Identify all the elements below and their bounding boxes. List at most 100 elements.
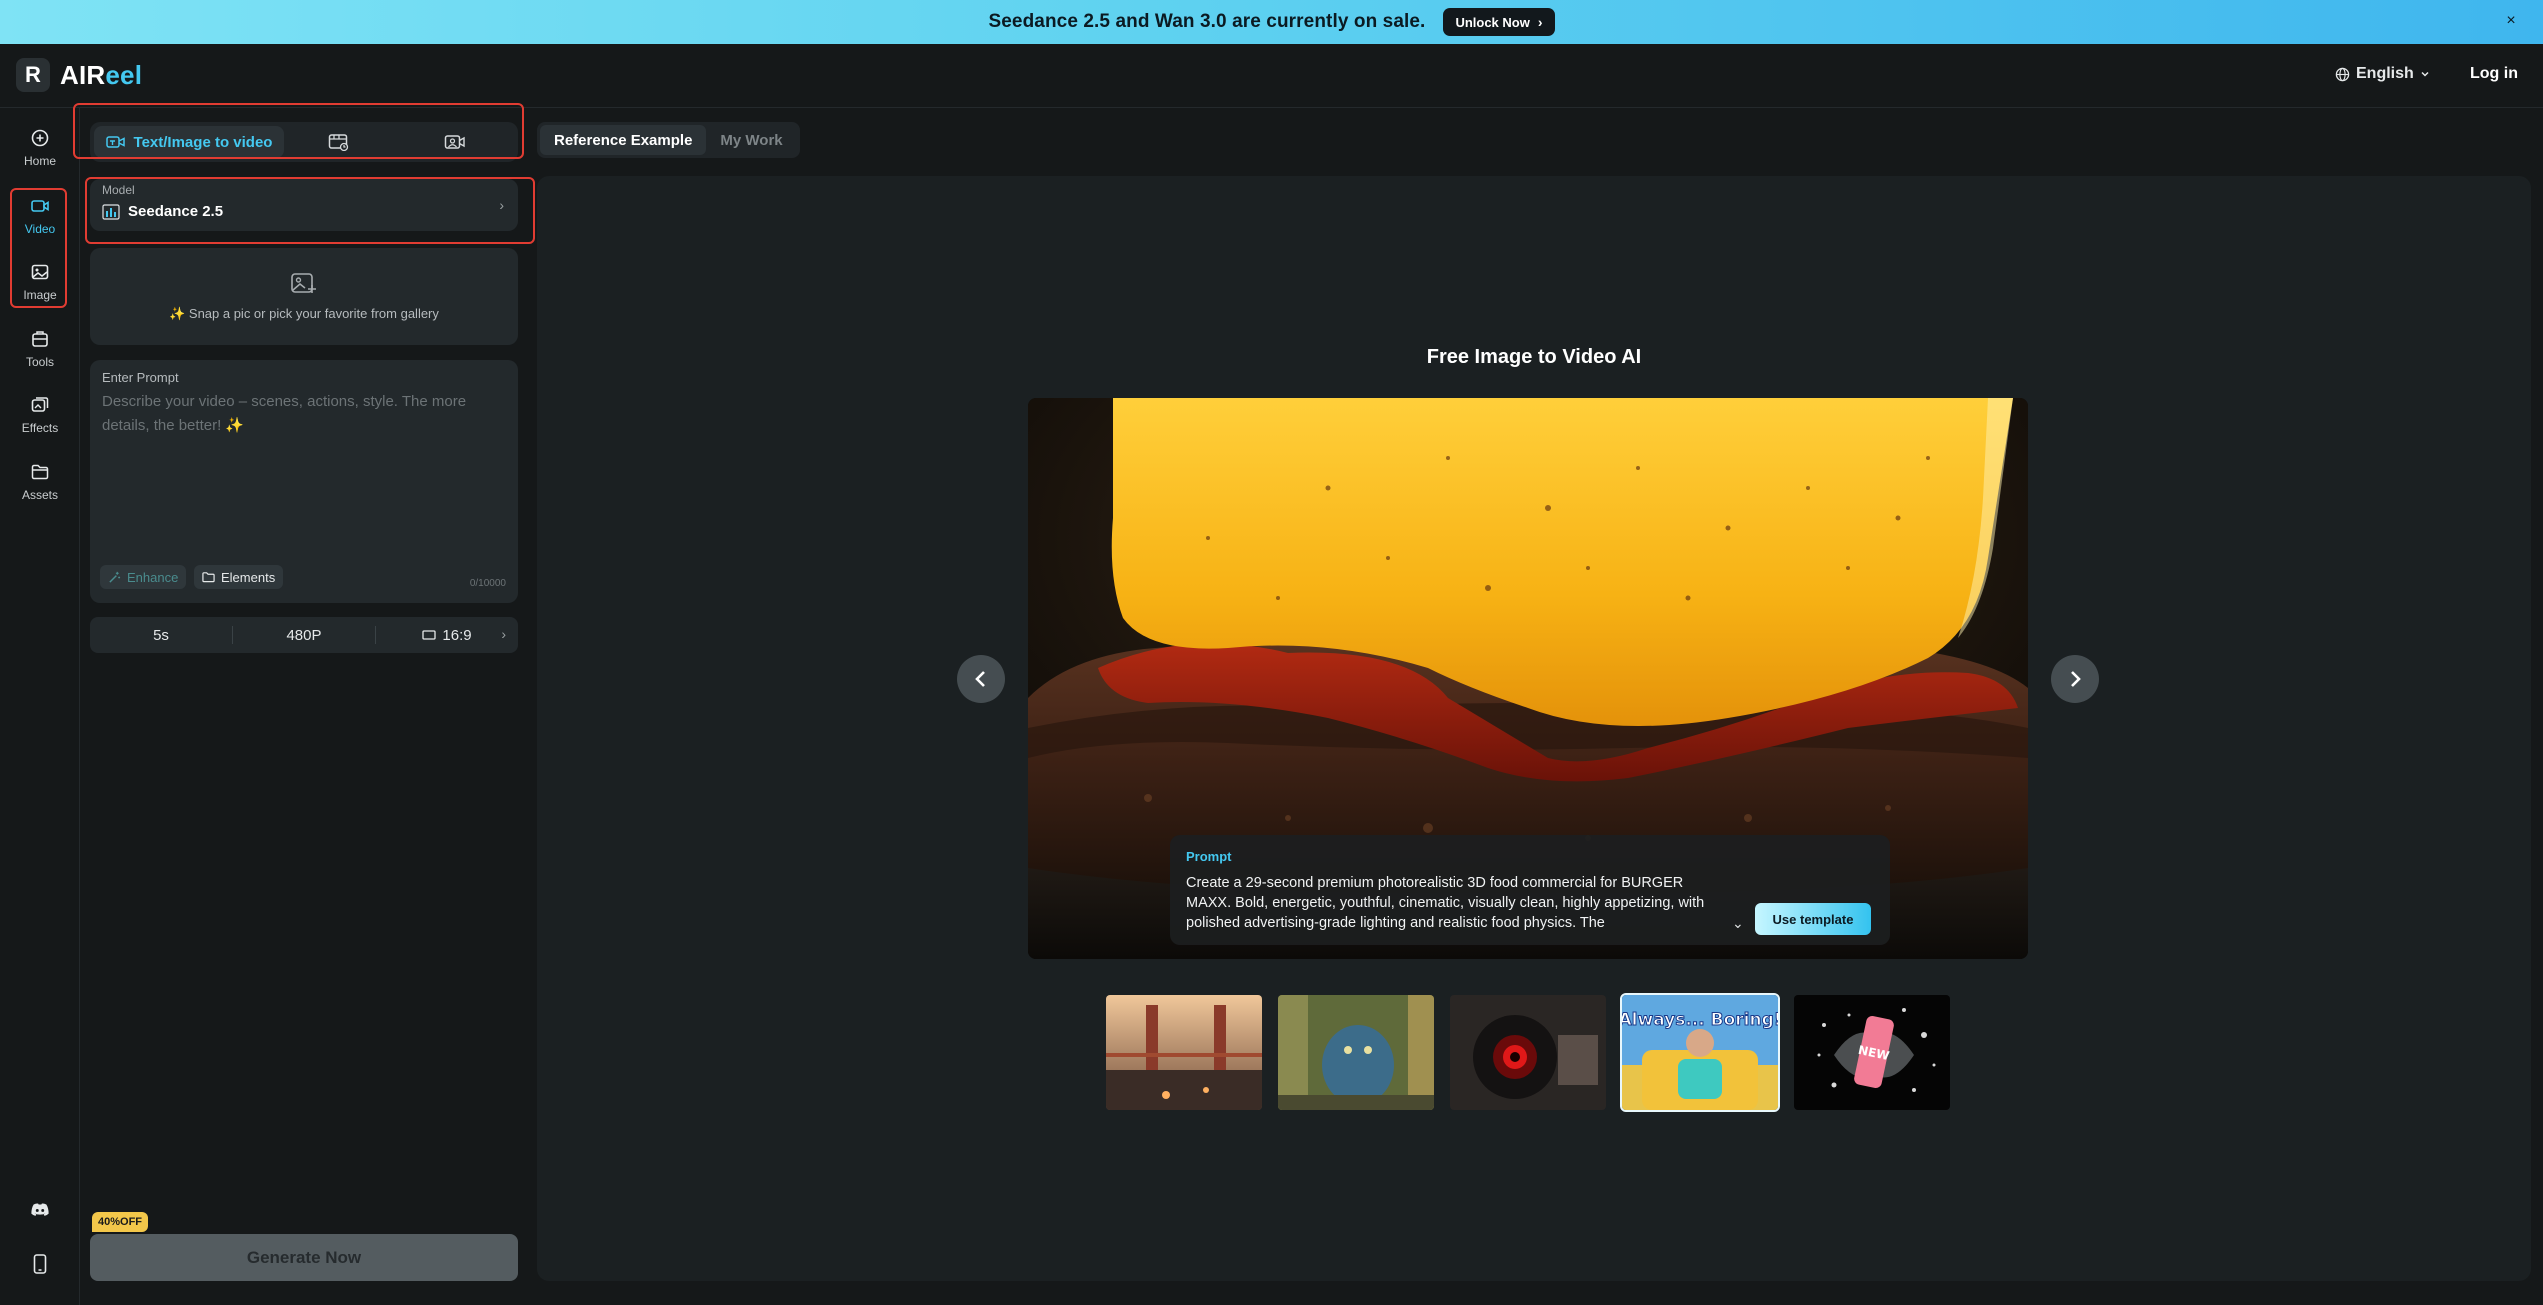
thumbnail-can[interactable]: NEW: [1792, 993, 1952, 1112]
resolution-setting[interactable]: 480P: [233, 627, 375, 644]
rail-item-effects[interactable]: Effects: [0, 395, 80, 435]
expand-chevron-icon[interactable]: ⌄: [1732, 915, 1744, 932]
close-icon[interactable]: ×: [2501, 11, 2521, 31]
prompt-overlay-label: Prompt: [1186, 849, 1232, 864]
elements-button[interactable]: Elements: [194, 565, 284, 589]
rail-item-image[interactable]: Image: [0, 262, 80, 302]
example-video-player[interactable]: Prompt Create a 29-second premium photor…: [1028, 398, 2028, 959]
rail-item-home[interactable]: Home: [0, 128, 80, 168]
content-tabs: Reference Example My Work: [537, 122, 800, 158]
generate-now-button[interactable]: Generate Now: [90, 1234, 518, 1281]
tab-reference-example[interactable]: Reference Example: [540, 125, 707, 155]
resolution-value: 480P: [286, 626, 322, 644]
language-selector[interactable]: English: [2335, 65, 2430, 83]
bridge-thumbnail-image: [1106, 995, 1262, 1110]
mobile-app-link[interactable]: [0, 1254, 80, 1274]
aspect-ratio-icon: [422, 630, 437, 640]
image-upload-area[interactable]: ✨ Snap a pic or pick your favorite from …: [90, 248, 518, 345]
enhance-button[interactable]: Enhance: [100, 565, 187, 589]
promo-banner: Seedance 2.5 and Wan 3.0 are currently o…: [0, 0, 2543, 44]
home-icon: [31, 129, 49, 147]
add-image-icon: [291, 272, 316, 293]
tools-icon: [32, 331, 48, 347]
prompt-label: Enter Prompt: [102, 370, 179, 385]
eye-thumbnail-image: [1450, 995, 1606, 1110]
ratio-value: 16:9: [442, 626, 472, 644]
mobile-icon: [33, 1254, 47, 1274]
thumbnail-creature[interactable]: [1276, 993, 1436, 1112]
tab-reference-to-video[interactable]: [420, 126, 490, 158]
unlock-now-label: Unlock Now: [1455, 14, 1530, 30]
example-thumbnails: Always... Boring! NEW: [1104, 993, 1952, 1112]
enhance-label: Enhance: [127, 569, 179, 585]
aspect-ratio-setting[interactable]: 16:9: [376, 627, 518, 644]
model-value: Seedance 2.5: [128, 203, 224, 220]
use-template-button[interactable]: Use template: [1755, 903, 1871, 935]
chevron-right-icon: [2071, 671, 2081, 687]
model-label: Model: [102, 183, 135, 197]
prompt-overlay: Prompt Create a 29-second premium photor…: [1170, 835, 1890, 945]
effects-icon: [31, 397, 49, 412]
upload-hint: ✨ Snap a pic or pick your favorite from …: [169, 305, 439, 321]
thumbnail-bridge[interactable]: [1104, 993, 1264, 1112]
rail-label: Image: [23, 288, 57, 302]
model-bars-icon: [102, 203, 120, 220]
previous-arrow-button[interactable]: [957, 655, 1005, 703]
rail-label: Tools: [25, 355, 54, 369]
rail-item-assets[interactable]: Assets: [0, 462, 80, 502]
discord-link[interactable]: [0, 1202, 80, 1218]
tab-label: Text/Image to video: [133, 133, 273, 151]
chevron-down-icon: [2421, 71, 2429, 77]
boring-thumbnail-image: Always... Boring!: [1622, 995, 1778, 1110]
reference-video-icon: [444, 135, 465, 149]
rail-label: Assets: [21, 488, 58, 502]
model-selector[interactable]: Model Seedance 2.5 ›: [90, 179, 518, 231]
brand-name: AIReel: [60, 59, 143, 90]
chevron-right-icon: ›: [501, 626, 506, 642]
svg-text:Always... Boring!: Always... Boring!: [1622, 1010, 1778, 1030]
next-arrow-button[interactable]: [2051, 655, 2099, 703]
unlock-now-button[interactable]: Unlock Now ›: [1443, 8, 1555, 36]
chevron-right-icon: ›: [499, 197, 504, 213]
rail-item-video[interactable]: Video: [0, 196, 80, 236]
frames-video-icon: [328, 134, 349, 151]
video-icon: [31, 200, 49, 212]
top-header: R AIReel English Log in: [0, 44, 2543, 108]
chevron-right-icon: ›: [1537, 14, 1543, 30]
banner-text: Seedance 2.5 and Wan 3.0 are currently o…: [988, 11, 1426, 32]
magic-wand-icon: [109, 571, 121, 583]
creature-thumbnail-image: [1278, 995, 1434, 1110]
login-button[interactable]: Log in: [2470, 65, 2518, 83]
thumbnail-eye[interactable]: [1448, 993, 1608, 1112]
character-count: 0/10000: [469, 578, 506, 589]
thumbnail-boring[interactable]: Always... Boring!: [1620, 993, 1780, 1112]
rail-label: Effects: [21, 421, 59, 435]
tab-my-work[interactable]: My Work: [706, 125, 796, 155]
mode-tabs: Text/Image to video: [90, 122, 518, 162]
duration-setting[interactable]: 5s: [90, 627, 232, 644]
preview-stage: Free Image to Video AI Prompt Create a 2…: [537, 176, 2531, 1281]
folder-icon: [202, 572, 215, 583]
globe-icon: [2335, 67, 2350, 81]
left-rail: Home Video Image Tools Effects Assets: [0, 108, 80, 1305]
prompt-overlay-text: Create a 29-second premium photorealisti…: [1186, 875, 1705, 931]
prompt-input[interactable]: Describe your video – scenes, actions, s…: [102, 390, 502, 438]
prompt-card: Enter Prompt Describe your video – scene…: [90, 360, 518, 603]
logo[interactable]: R AIReel: [16, 58, 142, 92]
text-image-video-icon: [105, 136, 125, 148]
rail-label: Video: [24, 222, 56, 236]
language-label: English: [2356, 65, 2414, 82]
page-title: Free Image to Video AI: [1426, 346, 1642, 368]
tab-frames-to-video[interactable]: [304, 126, 374, 158]
chevron-left-icon: [975, 671, 985, 687]
duration-value: 5s: [153, 626, 169, 644]
discord-icon: [31, 1203, 49, 1216]
rail-item-tools[interactable]: Tools: [0, 329, 80, 369]
elements-label: Elements: [221, 569, 276, 585]
can-thumbnail-image: NEW: [1794, 995, 1950, 1110]
rail-label: Home: [23, 154, 56, 168]
tab-text-image-to-video[interactable]: Text/Image to video: [94, 126, 284, 158]
discount-badge: 40%OFF: [92, 1212, 149, 1232]
generation-settings[interactable]: 5s 480P 16:9 ›: [90, 617, 518, 653]
logo-icon: R: [16, 58, 50, 92]
